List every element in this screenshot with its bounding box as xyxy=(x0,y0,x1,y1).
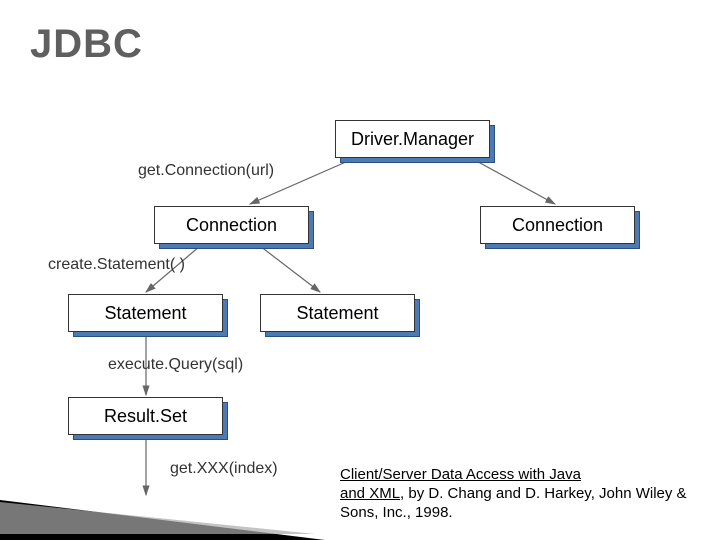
node-statement-1: Statement xyxy=(68,294,223,332)
node-label: Result.Set xyxy=(68,397,223,435)
node-label: Statement xyxy=(260,294,415,332)
node-label: Connection xyxy=(154,206,309,244)
footer-wedge-decoration xyxy=(0,492,325,540)
citation-title: Client/Server Data Access with Java xyxy=(340,466,581,483)
label-create-statement: create.Statement( ) xyxy=(48,256,185,274)
node-connection-1: Connection xyxy=(154,206,309,244)
node-connection-2: Connection xyxy=(480,206,635,244)
node-driver-manager: Driver.Manager xyxy=(335,120,490,158)
label-execute-query: execute.Query(sql) xyxy=(108,356,243,374)
label-get-xxx: get.XXX(index) xyxy=(170,460,278,478)
citation-title-cont: and XML xyxy=(340,485,400,502)
node-label: Driver.Manager xyxy=(335,120,490,158)
citation-text: Client/Server Data Access with Java and … xyxy=(340,466,705,522)
node-label: Connection xyxy=(480,206,635,244)
label-get-connection: get.Connection(url) xyxy=(138,162,274,180)
page-title: JDBC xyxy=(30,22,143,67)
node-result-set: Result.Set xyxy=(68,397,223,435)
node-label: Statement xyxy=(68,294,223,332)
node-statement-2: Statement xyxy=(260,294,415,332)
